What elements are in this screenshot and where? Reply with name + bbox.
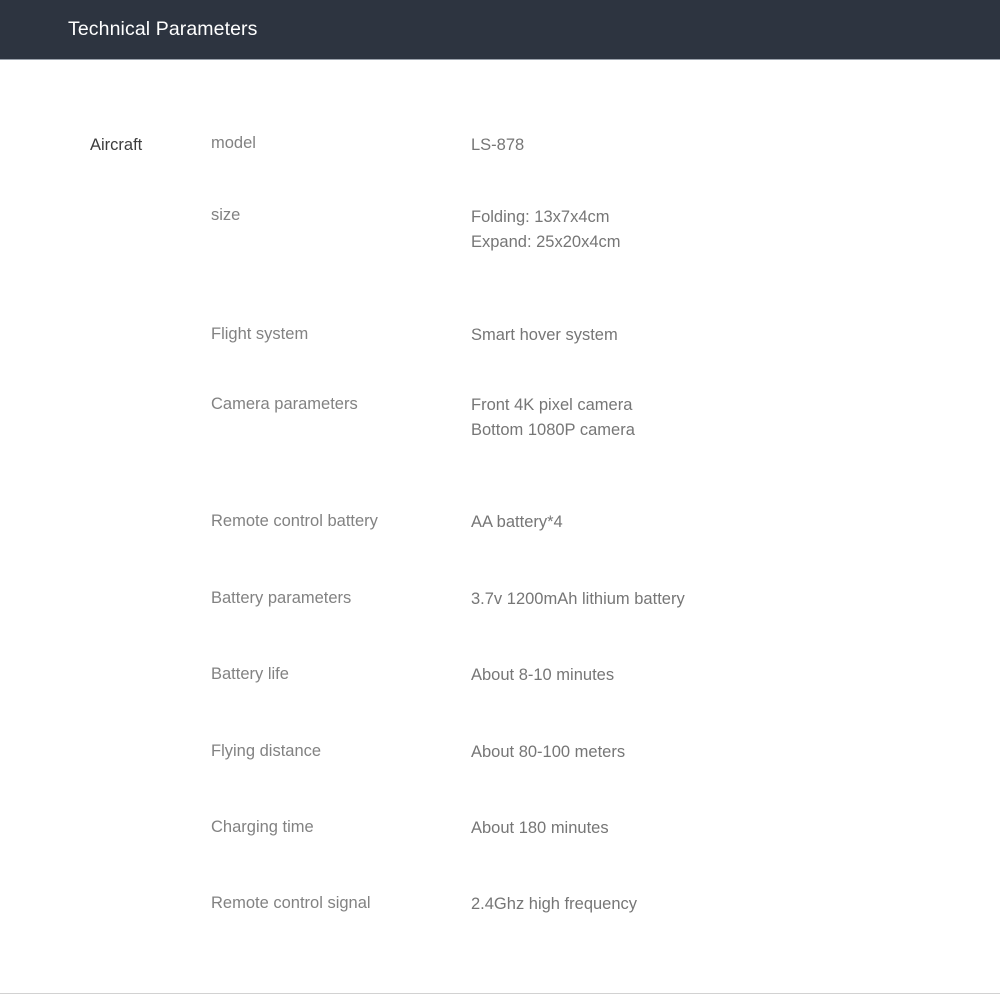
param-name: Charging time: [211, 818, 314, 836]
param-name: size: [211, 206, 241, 224]
param-name: Flying distance: [211, 742, 322, 760]
param-value: Front 4K pixel camera Bottom 1080P camer…: [471, 396, 635, 439]
param-value: 3.7v 1200mAh lithium battery: [471, 590, 685, 608]
param-name: Battery parameters: [211, 589, 352, 607]
param-value: 2.4Ghz high frequency: [471, 895, 638, 913]
param-name: model: [211, 134, 256, 152]
param-value: Folding: 13x7x4cm Expand: 25x20x4cm: [471, 208, 621, 251]
param-value: AA battery*4: [471, 513, 563, 531]
param-name: Camera parameters: [211, 395, 358, 413]
param-name: Flight system: [211, 325, 309, 343]
bottom-divider: [0, 993, 1000, 994]
param-name: Remote control battery: [211, 512, 378, 530]
param-value: About 8-10 minutes: [471, 666, 615, 684]
specification-table: Aircraft model LS-878 size Folding: 13x7…: [0, 60, 1000, 1000]
group-label-aircraft: Aircraft: [90, 136, 143, 154]
header-bar: Technical Parameters: [0, 0, 1000, 60]
param-name: Remote control signal: [211, 894, 371, 912]
param-value: Smart hover system: [471, 326, 618, 344]
param-value: About 180 minutes: [471, 819, 609, 837]
param-value: About 80-100 meters: [471, 743, 626, 761]
param-name: Battery life: [211, 665, 289, 683]
param-value: LS-878: [471, 136, 525, 154]
page-title: Technical Parameters: [68, 18, 258, 40]
